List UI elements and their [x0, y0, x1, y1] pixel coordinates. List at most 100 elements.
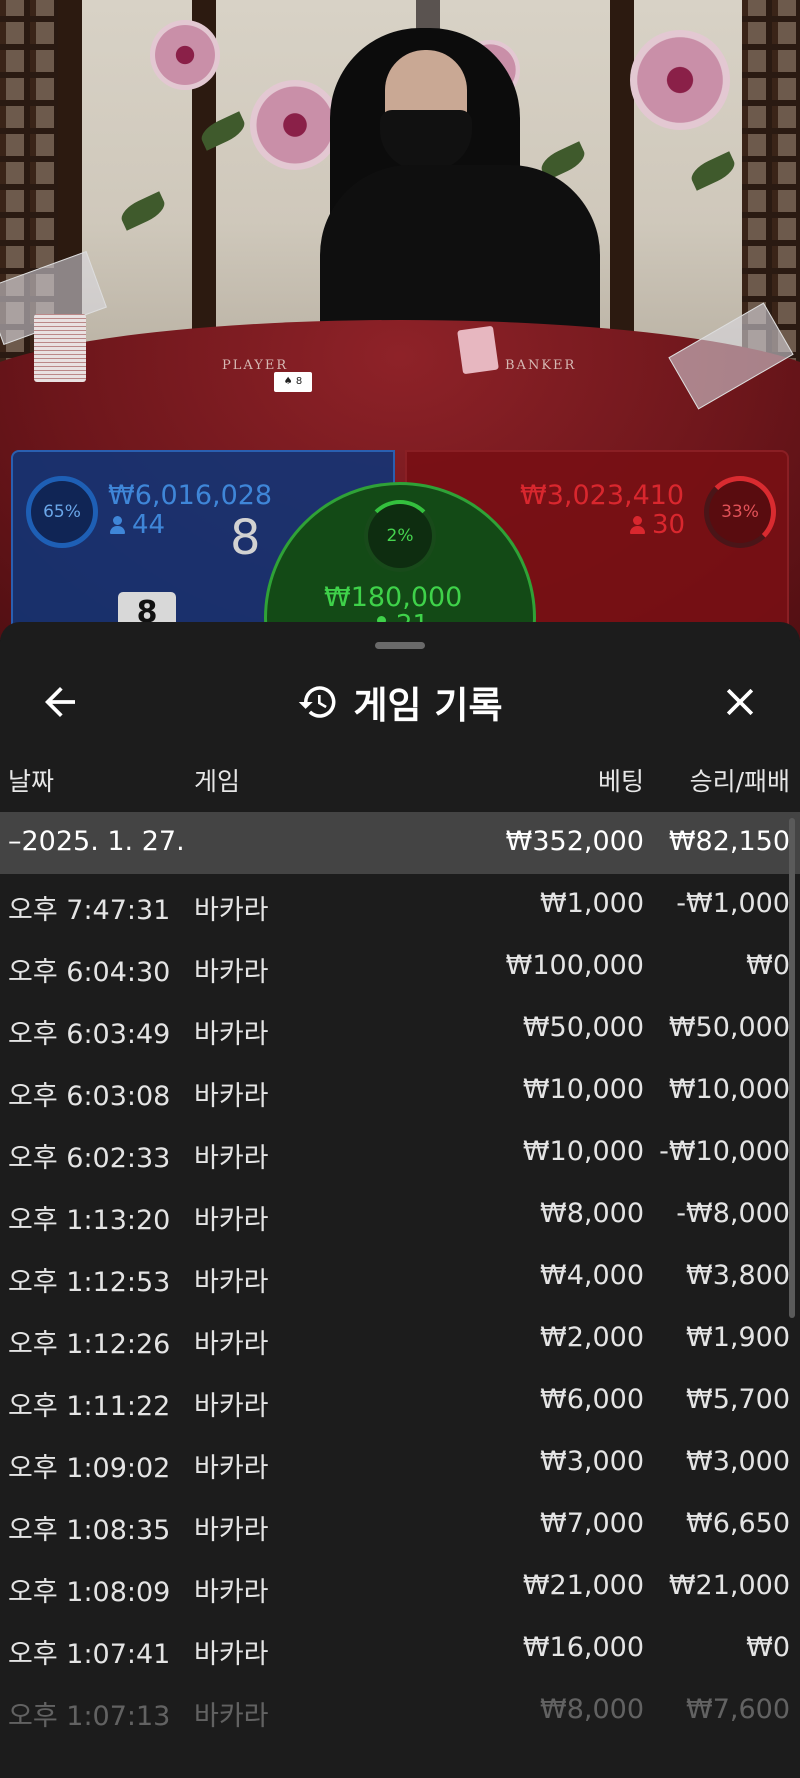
- row-time: 오후 1:12:26: [8, 1329, 171, 1360]
- history-row[interactable]: 오후 6:03:08 바카라 ₩10,000 ₩10,000: [0, 1060, 800, 1122]
- row-result: ₩7,600: [686, 1694, 790, 1725]
- history-row[interactable]: 오후 6:02:33 바카라 ₩10,000 -₩10,000: [0, 1122, 800, 1184]
- row-game: 바카라: [194, 1143, 269, 1174]
- row-result: ₩10,000: [668, 1074, 790, 1105]
- history-row[interactable]: 오후 6:04:30 바카라 ₩100,000 ₩0: [0, 936, 800, 998]
- row-bet: ₩21,000: [522, 1570, 644, 1601]
- row-bet: ₩100,000: [505, 950, 644, 981]
- tie-percent-ring: 2%: [364, 500, 436, 572]
- player-count: 44: [110, 510, 165, 540]
- row-bet: ₩10,000: [522, 1136, 644, 1167]
- dealer-card: [457, 325, 499, 375]
- row-time: 오후 6:03:08: [8, 1081, 171, 1112]
- row-time: 오후 6:03:49: [8, 1019, 171, 1050]
- row-bet: ₩8,000: [540, 1198, 644, 1229]
- history-row[interactable]: 오후 1:09:02 바카라 ₩3,000 ₩3,000: [0, 1432, 800, 1494]
- screen-frame: [610, 0, 634, 380]
- banker-amount: ₩3,023,410: [520, 480, 685, 511]
- history-row[interactable]: 오후 1:08:35 바카라 ₩7,000 ₩6,650: [0, 1494, 800, 1556]
- row-bet: ₩16,000: [522, 1632, 644, 1663]
- hibiscus-flower: [250, 80, 340, 170]
- history-icon: [299, 686, 336, 718]
- row-bet: ₩8,000: [540, 1694, 644, 1725]
- row-game: 바카라: [194, 1701, 269, 1732]
- row-result: ₩6,650: [686, 1508, 790, 1539]
- row-time: 오후 1:08:35: [8, 1515, 171, 1546]
- sheet-drag-handle[interactable]: [375, 642, 425, 649]
- row-result: ₩1,900: [686, 1322, 790, 1353]
- history-row[interactable]: 오후 1:07:41 바카라 ₩16,000 ₩0: [0, 1618, 800, 1680]
- row-time: 오후 7:47:31: [8, 895, 171, 926]
- player-percent: 65%: [43, 502, 81, 522]
- close-icon: [726, 688, 754, 716]
- table-header: 날짜 게임 베팅 승리/패배: [0, 758, 800, 798]
- summary-result: ₩82,150: [668, 826, 790, 857]
- row-bet: ₩2,000: [540, 1322, 644, 1353]
- row-game: 바카라: [194, 1205, 269, 1236]
- history-row[interactable]: 오후 1:08:09 바카라 ₩21,000 ₩21,000: [0, 1556, 800, 1618]
- player-count-value: 44: [132, 510, 166, 540]
- history-row[interactable]: 오후 1:13:20 바카라 ₩8,000 -₩8,000: [0, 1184, 800, 1246]
- tie-percent: 2%: [386, 526, 414, 546]
- banker-count: 30: [630, 510, 685, 540]
- row-game: 바카라: [194, 1267, 269, 1298]
- history-list: 오후 7:47:31 바카라 ₩1,000 -₩1,000 오후 6:04:30 바카라 ₩…: [0, 874, 800, 1742]
- scrollbar[interactable]: [789, 818, 795, 1318]
- row-game: 바카라: [194, 895, 269, 926]
- row-time: 오후 1:11:22: [8, 1391, 171, 1422]
- row-time: 오후 1:07:41: [8, 1639, 171, 1670]
- hibiscus-flower: [150, 20, 220, 90]
- history-row[interactable]: 오후 7:47:31 바카라 ₩1,000 -₩1,000: [0, 874, 800, 936]
- close-button[interactable]: [710, 672, 770, 732]
- player-score: 8: [230, 510, 261, 566]
- row-time: 오후 6:02:33: [8, 1143, 171, 1174]
- row-game: 바카라: [194, 1329, 269, 1360]
- row-result: -₩10,000: [659, 1136, 790, 1167]
- back-button[interactable]: [30, 672, 90, 732]
- game-history-sheet: 게임 기록 날짜 게임 베팅 승리/패배 –2025. 1. 27. ₩352,…: [0, 622, 800, 1778]
- row-game: 바카라: [194, 1639, 269, 1670]
- history-row[interactable]: 오후 1:11:22 바카라 ₩6,000 ₩5,700: [0, 1370, 800, 1432]
- user-icon: [630, 516, 645, 534]
- row-time: 오후 1:13:20: [8, 1205, 171, 1236]
- banker-percent-ring: 33%: [704, 476, 776, 548]
- player-percent-ring: 65%: [26, 476, 98, 548]
- row-bet: ₩7,000: [540, 1508, 644, 1539]
- column-bet: 베팅: [597, 767, 644, 796]
- sheet-title: 게임 기록: [353, 684, 503, 727]
- row-game: 바카라: [194, 1453, 269, 1484]
- row-bet: ₩3,000: [540, 1446, 644, 1477]
- row-game: 바카라: [194, 957, 269, 988]
- tie-amount: ₩180,000: [324, 582, 463, 613]
- row-bet: ₩6,000: [540, 1384, 644, 1415]
- row-game: 바카라: [194, 1019, 269, 1050]
- history-row[interactable]: 오후 1:12:26 바카라 ₩2,000 ₩1,900: [0, 1308, 800, 1370]
- table-card: ♠ 8: [274, 372, 312, 392]
- row-time: 오후 1:12:53: [8, 1267, 171, 1298]
- row-game: 바카라: [194, 1515, 269, 1546]
- history-row[interactable]: 오후 1:12:53 바카라 ₩4,000 ₩3,800: [0, 1246, 800, 1308]
- column-game: 게임: [194, 767, 241, 796]
- row-time: 오후 1:07:13: [8, 1701, 171, 1732]
- player-amount: ₩6,016,028: [108, 480, 273, 511]
- summary-bet: ₩352,000: [505, 826, 644, 857]
- row-result: ₩5,700: [686, 1384, 790, 1415]
- column-date: 날짜: [8, 767, 55, 796]
- user-icon: [110, 516, 125, 534]
- row-time: 오후 1:08:09: [8, 1577, 171, 1608]
- row-result: ₩3,800: [686, 1260, 790, 1291]
- felt-player-label: PLAYER: [222, 358, 289, 373]
- row-bet: ₩1,000: [540, 888, 644, 919]
- row-game: 바카라: [194, 1577, 269, 1608]
- card-stack: [34, 314, 86, 382]
- row-result: ₩0: [746, 1632, 790, 1663]
- row-result: ₩3,000: [686, 1446, 790, 1477]
- row-game: 바카라: [194, 1081, 269, 1112]
- summary-date: –2025. 1. 27.: [8, 826, 185, 857]
- history-row[interactable]: 오후 6:03:49 바카라 ₩50,000 ₩50,000: [0, 998, 800, 1060]
- history-row[interactable]: 오후 1:07:13 바카라 ₩8,000 ₩7,600: [0, 1680, 800, 1742]
- date-summary-row[interactable]: –2025. 1. 27. ₩352,000 ₩82,150: [0, 812, 800, 874]
- column-result: 승리/패배: [689, 767, 790, 796]
- row-result: ₩50,000: [668, 1012, 790, 1043]
- row-time: 오후 6:04:30: [8, 957, 171, 988]
